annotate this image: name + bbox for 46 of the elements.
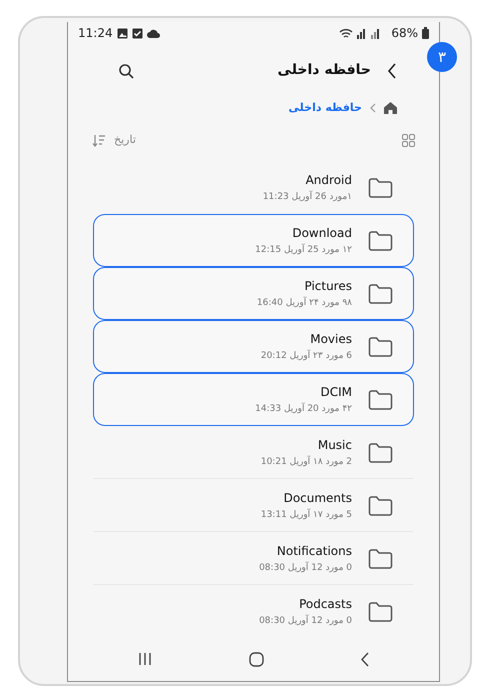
folder-icon (368, 442, 393, 463)
folder-icon (368, 176, 393, 198)
folder-name: Podcasts (299, 596, 352, 613)
folder-details: ۴۲ مورد 20 آوریل 14:33 (255, 402, 352, 416)
folder-icon (368, 282, 393, 304)
folder-icon (368, 600, 393, 622)
home-icon[interactable] (384, 102, 397, 114)
step-badge: ۳ (427, 42, 457, 72)
folder-name: Android (306, 172, 352, 189)
page-title: حافظه داخلی (278, 61, 371, 80)
folder-name: Documents (284, 490, 352, 507)
recent-apps-icon[interactable] (138, 652, 152, 666)
battery-percent: 68% (391, 25, 418, 42)
folder-details: ۹۸ مورد ۲۴ آوریل 16:40 (256, 296, 352, 310)
folder-details: 0 مورد 12 آوریل 08:30 (259, 614, 352, 628)
folder-details: 2 مورد ۱۸ آوریل 10:21 (260, 456, 352, 469)
folder-details: ۱۲ مورد 25 آوریل 12:15 (255, 244, 352, 257)
clock-time: 11:24 (78, 25, 113, 42)
checkbox-icon (132, 28, 143, 39)
folder-name: DCIM (320, 384, 352, 401)
folder-details: 0 مورد 12 آوریل 08:30 (259, 562, 352, 575)
grid-view-icon[interactable] (402, 134, 415, 147)
folder-details: 5 مورد ۱۷ آوریل 13:11 (260, 508, 352, 522)
cloud-icon (146, 28, 160, 38)
folder-name: Movies (310, 330, 352, 348)
breadcrumb-link[interactable]: حافظه داخلی (288, 100, 362, 117)
folder-icon (368, 494, 393, 516)
image-icon (116, 28, 128, 39)
folder-details: ۱مورد 26 آوریل 11:23 (262, 190, 352, 204)
sort-icon[interactable] (92, 134, 106, 147)
folder-icon (368, 548, 393, 569)
folder-name: Notifications (276, 542, 352, 560)
search-icon[interactable] (118, 62, 134, 79)
wifi-icon (339, 28, 354, 39)
folder-details: 6 مورد ۲۳ آوریل 20:12 (260, 350, 352, 363)
folder-name: Music (318, 436, 352, 454)
back-icon[interactable] (360, 652, 369, 667)
home-icon[interactable] (248, 652, 264, 667)
folder-icon (368, 230, 393, 251)
folder-icon (368, 336, 393, 357)
folder-icon (368, 388, 393, 410)
chevron-icon (370, 103, 376, 114)
folder-name: Download (292, 224, 352, 242)
battery-icon (422, 27, 429, 40)
back-icon[interactable] (387, 62, 397, 79)
folder-name: Pictures (304, 278, 352, 295)
